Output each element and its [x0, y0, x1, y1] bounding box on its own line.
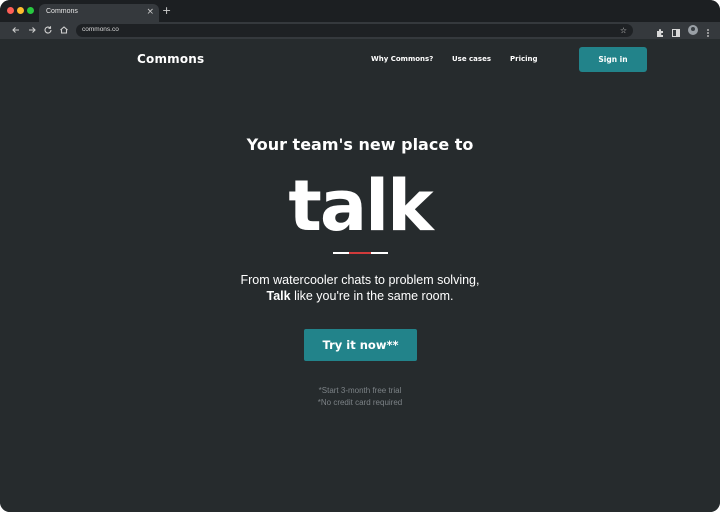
- address-bar[interactable]: commons.co ☆: [76, 24, 633, 37]
- hero-subtitle-line1: From watercooler chats to problem solvin…: [240, 273, 480, 287]
- nav-use-cases[interactable]: Use cases: [452, 55, 491, 63]
- extensions-icon[interactable]: [654, 24, 666, 37]
- minimize-window-button[interactable]: [17, 7, 24, 14]
- back-icon[interactable]: [10, 24, 22, 36]
- browser-toolbar: commons.co ☆: [0, 22, 720, 39]
- subtitle-bold-word: Talk: [266, 289, 291, 303]
- hero-subtitle-line2: Talk like you're in the same room.: [0, 289, 720, 303]
- sidebar-icon[interactable]: [670, 24, 682, 37]
- sign-in-button[interactable]: Sign in: [579, 47, 647, 72]
- home-icon[interactable]: [58, 24, 70, 36]
- tab-strip: Commons × +: [0, 0, 720, 22]
- tab-close-icon[interactable]: ×: [146, 6, 154, 18]
- no-card-note: *No credit card required: [317, 398, 403, 407]
- url-text: commons.co: [82, 26, 119, 33]
- reload-icon[interactable]: [42, 24, 54, 36]
- trial-note: *Start 3-month free trial: [318, 386, 402, 395]
- close-window-button[interactable]: [7, 7, 14, 14]
- tab-commons[interactable]: Commons ×: [39, 4, 159, 22]
- underline-accent: [349, 252, 371, 254]
- profile-avatar[interactable]: [688, 25, 698, 35]
- subtitle-rest: like you're in the same room.: [290, 289, 454, 303]
- bookmark-star-icon[interactable]: ☆: [620, 24, 627, 37]
- tab-title: Commons: [46, 8, 78, 15]
- try-it-now-button[interactable]: Try it now**: [304, 329, 417, 361]
- browser-window: Commons × + commons.co ☆ Commons Why Com…: [0, 0, 720, 512]
- site-logo[interactable]: Commons: [137, 52, 204, 66]
- forward-icon[interactable]: [26, 24, 38, 36]
- new-tab-button[interactable]: +: [162, 4, 171, 18]
- nav-pricing[interactable]: Pricing: [510, 55, 538, 63]
- hero-keyword: talk: [288, 165, 433, 247]
- maximize-window-button[interactable]: [27, 7, 34, 14]
- more-menu-icon[interactable]: [702, 24, 714, 37]
- hero-headline: Your team's new place to: [246, 135, 474, 154]
- keyword-underline: [333, 252, 388, 254]
- page-content: Commons Why Commons? Use cases Pricing S…: [0, 39, 720, 512]
- nav-why-commons[interactable]: Why Commons?: [371, 55, 433, 63]
